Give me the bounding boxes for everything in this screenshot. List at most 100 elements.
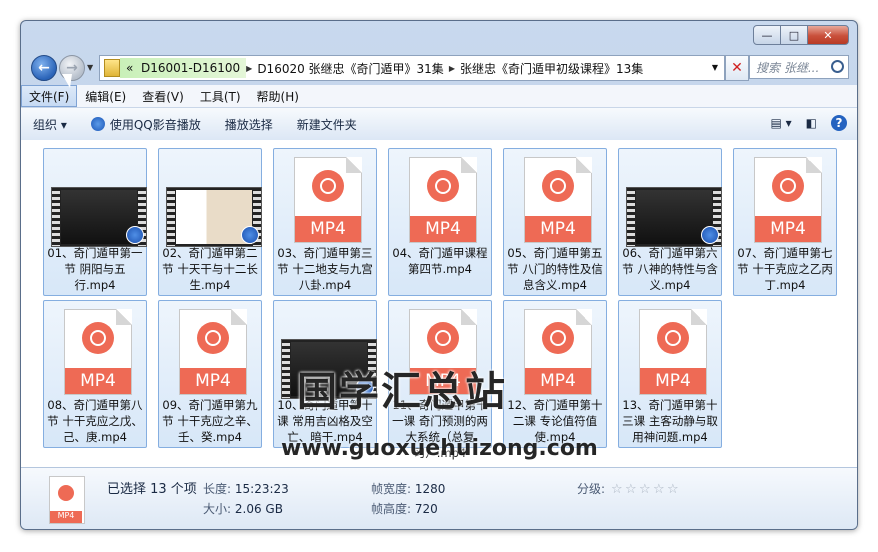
video-thumbnail: [623, 157, 722, 247]
watermark-title: 国学汇总站: [297, 369, 507, 415]
mp4-label: MP4: [525, 368, 591, 394]
stop-button[interactable]: ✕: [725, 55, 749, 81]
help-icon[interactable]: ?: [831, 115, 847, 131]
video-thumbnail: [48, 157, 147, 247]
qq-play-button[interactable]: 使用QQ影音播放: [79, 116, 213, 133]
menu-edit[interactable]: 编辑(E): [77, 85, 134, 107]
mp4-file-icon: MP4: [49, 476, 85, 524]
frame-width-value: 1280: [414, 482, 446, 496]
file-name: 05、奇门遁甲第五节 八门的特性及信息含义.mp4: [507, 246, 603, 292]
explorer-window: — □ ✕ ← → ▼ « D16001-D16100 ▶ D16020 张继忠…: [20, 20, 858, 530]
mp4-label: MP4: [65, 368, 131, 394]
mp4-file-icon: MP4: [163, 309, 257, 395]
mp4-icon-label: MP4: [50, 511, 82, 523]
menu-bar: 文件(F) 编辑(E) 查看(V) 工具(T) 帮助(H): [21, 85, 857, 107]
address-bar[interactable]: « D16001-D16100 ▶ D16020 张继忠《奇门遁甲》31集 ▶ …: [99, 55, 725, 81]
file-item[interactable]: MP4 07、奇门遁甲第七节 十干克应之乙丙丁.mp4: [733, 148, 837, 296]
file-name: 03、奇门遁甲第三节 十二地支与九宫八卦.mp4: [277, 246, 373, 292]
video-thumbnail: [163, 157, 262, 247]
file-item[interactable]: 06、奇门遁甲第六节 八神的特性与含义.mp4: [618, 148, 722, 296]
address-prefix: «: [126, 61, 134, 75]
command-bar: 组织 ▾ 使用QQ影音播放 播放选择 新建文件夹 ▤ ▾ ◧ ?: [21, 107, 857, 141]
x-icon: ✕: [731, 60, 743, 76]
folder-icon: [104, 59, 120, 77]
maximize-button[interactable]: □: [780, 25, 808, 45]
mouse-cursor-icon: [62, 74, 72, 88]
arrow-left-icon: ←: [38, 60, 50, 76]
address-segment: D16001-D16100: [140, 61, 241, 75]
back-button[interactable]: ←: [31, 55, 57, 81]
organize-button[interactable]: 组织 ▾: [21, 116, 79, 133]
address-segment[interactable]: D16020 张继忠《奇门遁甲》31集: [252, 60, 449, 77]
file-item[interactable]: MP4 13、奇门遁甲第十三课 主客动静与取用神问题.mp4: [618, 300, 722, 448]
file-item[interactable]: MP4 12、奇门遁甲第十二课 专论值符值使.mp4: [503, 300, 607, 448]
file-item[interactable]: 02、奇门遁甲第二节 十天干与十二长生.mp4: [158, 148, 262, 296]
watermark-url: www.guoxuehuizong.com: [281, 436, 598, 461]
rating-stars[interactable]: ☆ ☆ ☆ ☆ ☆: [611, 483, 681, 496]
mp4-file-icon: MP4: [278, 157, 372, 243]
file-name: 08、奇门遁甲第八节 十干克应之戊、己、庚.mp4: [47, 398, 143, 444]
mp4-file-icon: MP4: [623, 309, 717, 395]
menu-help[interactable]: 帮助(H): [249, 85, 307, 107]
close-button[interactable]: ✕: [807, 25, 849, 45]
title-bar: — □ ✕: [21, 21, 857, 51]
file-name: 06、奇门遁甲第六节 八神的特性与含义.mp4: [622, 246, 718, 292]
star-icon[interactable]: ☆: [639, 483, 651, 496]
file-item[interactable]: MP4 05、奇门遁甲第五节 八门的特性及信息含义.mp4: [503, 148, 607, 296]
mp4-label: MP4: [640, 368, 706, 394]
mp4-label: MP4: [180, 368, 246, 394]
mp4-file-icon: MP4: [508, 157, 602, 243]
file-item[interactable]: MP4 03、奇门遁甲第三节 十二地支与九宫八卦.mp4: [273, 148, 377, 296]
play-selection-button[interactable]: 播放选择: [213, 116, 285, 133]
menu-tools[interactable]: 工具(T): [192, 85, 249, 107]
mp4-file-icon: MP4: [393, 157, 487, 243]
size-value: 2.06 GB: [234, 502, 283, 516]
file-list: 01、奇门遁甲第一节 阴阳与五行.mp4 02、奇门遁甲第二节 十天干与十二长生.…: [21, 140, 857, 467]
new-folder-button[interactable]: 新建文件夹: [285, 116, 369, 133]
search-input[interactable]: 搜索 张继...: [749, 55, 849, 79]
mp4-label: MP4: [410, 216, 476, 242]
file-item[interactable]: MP4 08、奇门遁甲第八节 十干克应之戊、己、庚.mp4: [43, 300, 147, 448]
play-badge-icon: [126, 226, 144, 244]
menu-file[interactable]: 文件(F): [21, 85, 78, 107]
file-name: 07、奇门遁甲第七节 十干克应之乙丙丁.mp4: [737, 246, 833, 292]
qq-player-icon: [90, 117, 105, 131]
file-name: 13、奇门遁甲第十三课 主客动静与取用神问题.mp4: [622, 398, 718, 444]
mp4-file-icon: MP4: [48, 309, 142, 395]
address-segment[interactable]: 张继忠《奇门遁甲初级课程》13集: [455, 60, 648, 77]
frame-height-value: 720: [414, 502, 438, 516]
star-icon[interactable]: ☆: [653, 483, 665, 496]
mp4-label: MP4: [525, 216, 591, 242]
frame-width-label: 帧宽度:: [371, 482, 412, 496]
file-item[interactable]: 01、奇门遁甲第一节 阴阳与五行.mp4: [43, 148, 147, 296]
file-name: 04、奇门遁甲课程第四节.mp4: [392, 246, 488, 276]
play-badge-icon: [701, 226, 719, 244]
mp4-label: MP4: [295, 216, 361, 242]
preview-pane-icon[interactable]: ◧: [806, 116, 817, 130]
navigation-bar: ← → ▼ « D16001-D16100 ▶ D16020 张继忠《奇门遁甲》…: [21, 51, 857, 85]
star-icon[interactable]: ☆: [611, 483, 623, 496]
file-item[interactable]: MP4 04、奇门遁甲课程第四节.mp4: [388, 148, 492, 296]
mp4-file-icon: MP4: [508, 309, 602, 395]
star-icon[interactable]: ☆: [625, 483, 637, 496]
view-options-icon[interactable]: ▤ ▾: [770, 116, 791, 130]
recent-pages-dropdown[interactable]: ▼: [87, 63, 93, 72]
length-label: 长度:: [203, 482, 232, 496]
details-pane: MP4 已选择 13 个项 长度: 15:23:23 大小: 2.06 GB 帧…: [21, 467, 857, 529]
address-dropdown-icon[interactable]: ▼: [706, 56, 724, 78]
frame-height-label: 帧高度:: [371, 502, 412, 516]
length-value: 15:23:23: [234, 482, 289, 496]
star-icon[interactable]: ☆: [667, 483, 679, 496]
address-prefix-segment[interactable]: « D16001-D16100: [120, 58, 247, 78]
minimize-button[interactable]: —: [753, 25, 781, 45]
rating-label: 分级:: [577, 482, 606, 496]
mp4-file-icon: MP4: [738, 157, 832, 243]
file-name: 09、奇门遁甲第九节 十干克应之辛、壬、癸.mp4: [162, 398, 258, 444]
file-item[interactable]: MP4 09、奇门遁甲第九节 十干克应之辛、壬、癸.mp4: [158, 300, 262, 448]
qq-play-label: 使用QQ影音播放: [109, 117, 201, 132]
menu-view[interactable]: 查看(V): [134, 85, 192, 107]
play-badge-icon: [241, 226, 259, 244]
search-icon[interactable]: [831, 60, 844, 73]
selection-count: 已选择 13 个项: [107, 482, 197, 497]
mp4-label: MP4: [755, 216, 821, 242]
